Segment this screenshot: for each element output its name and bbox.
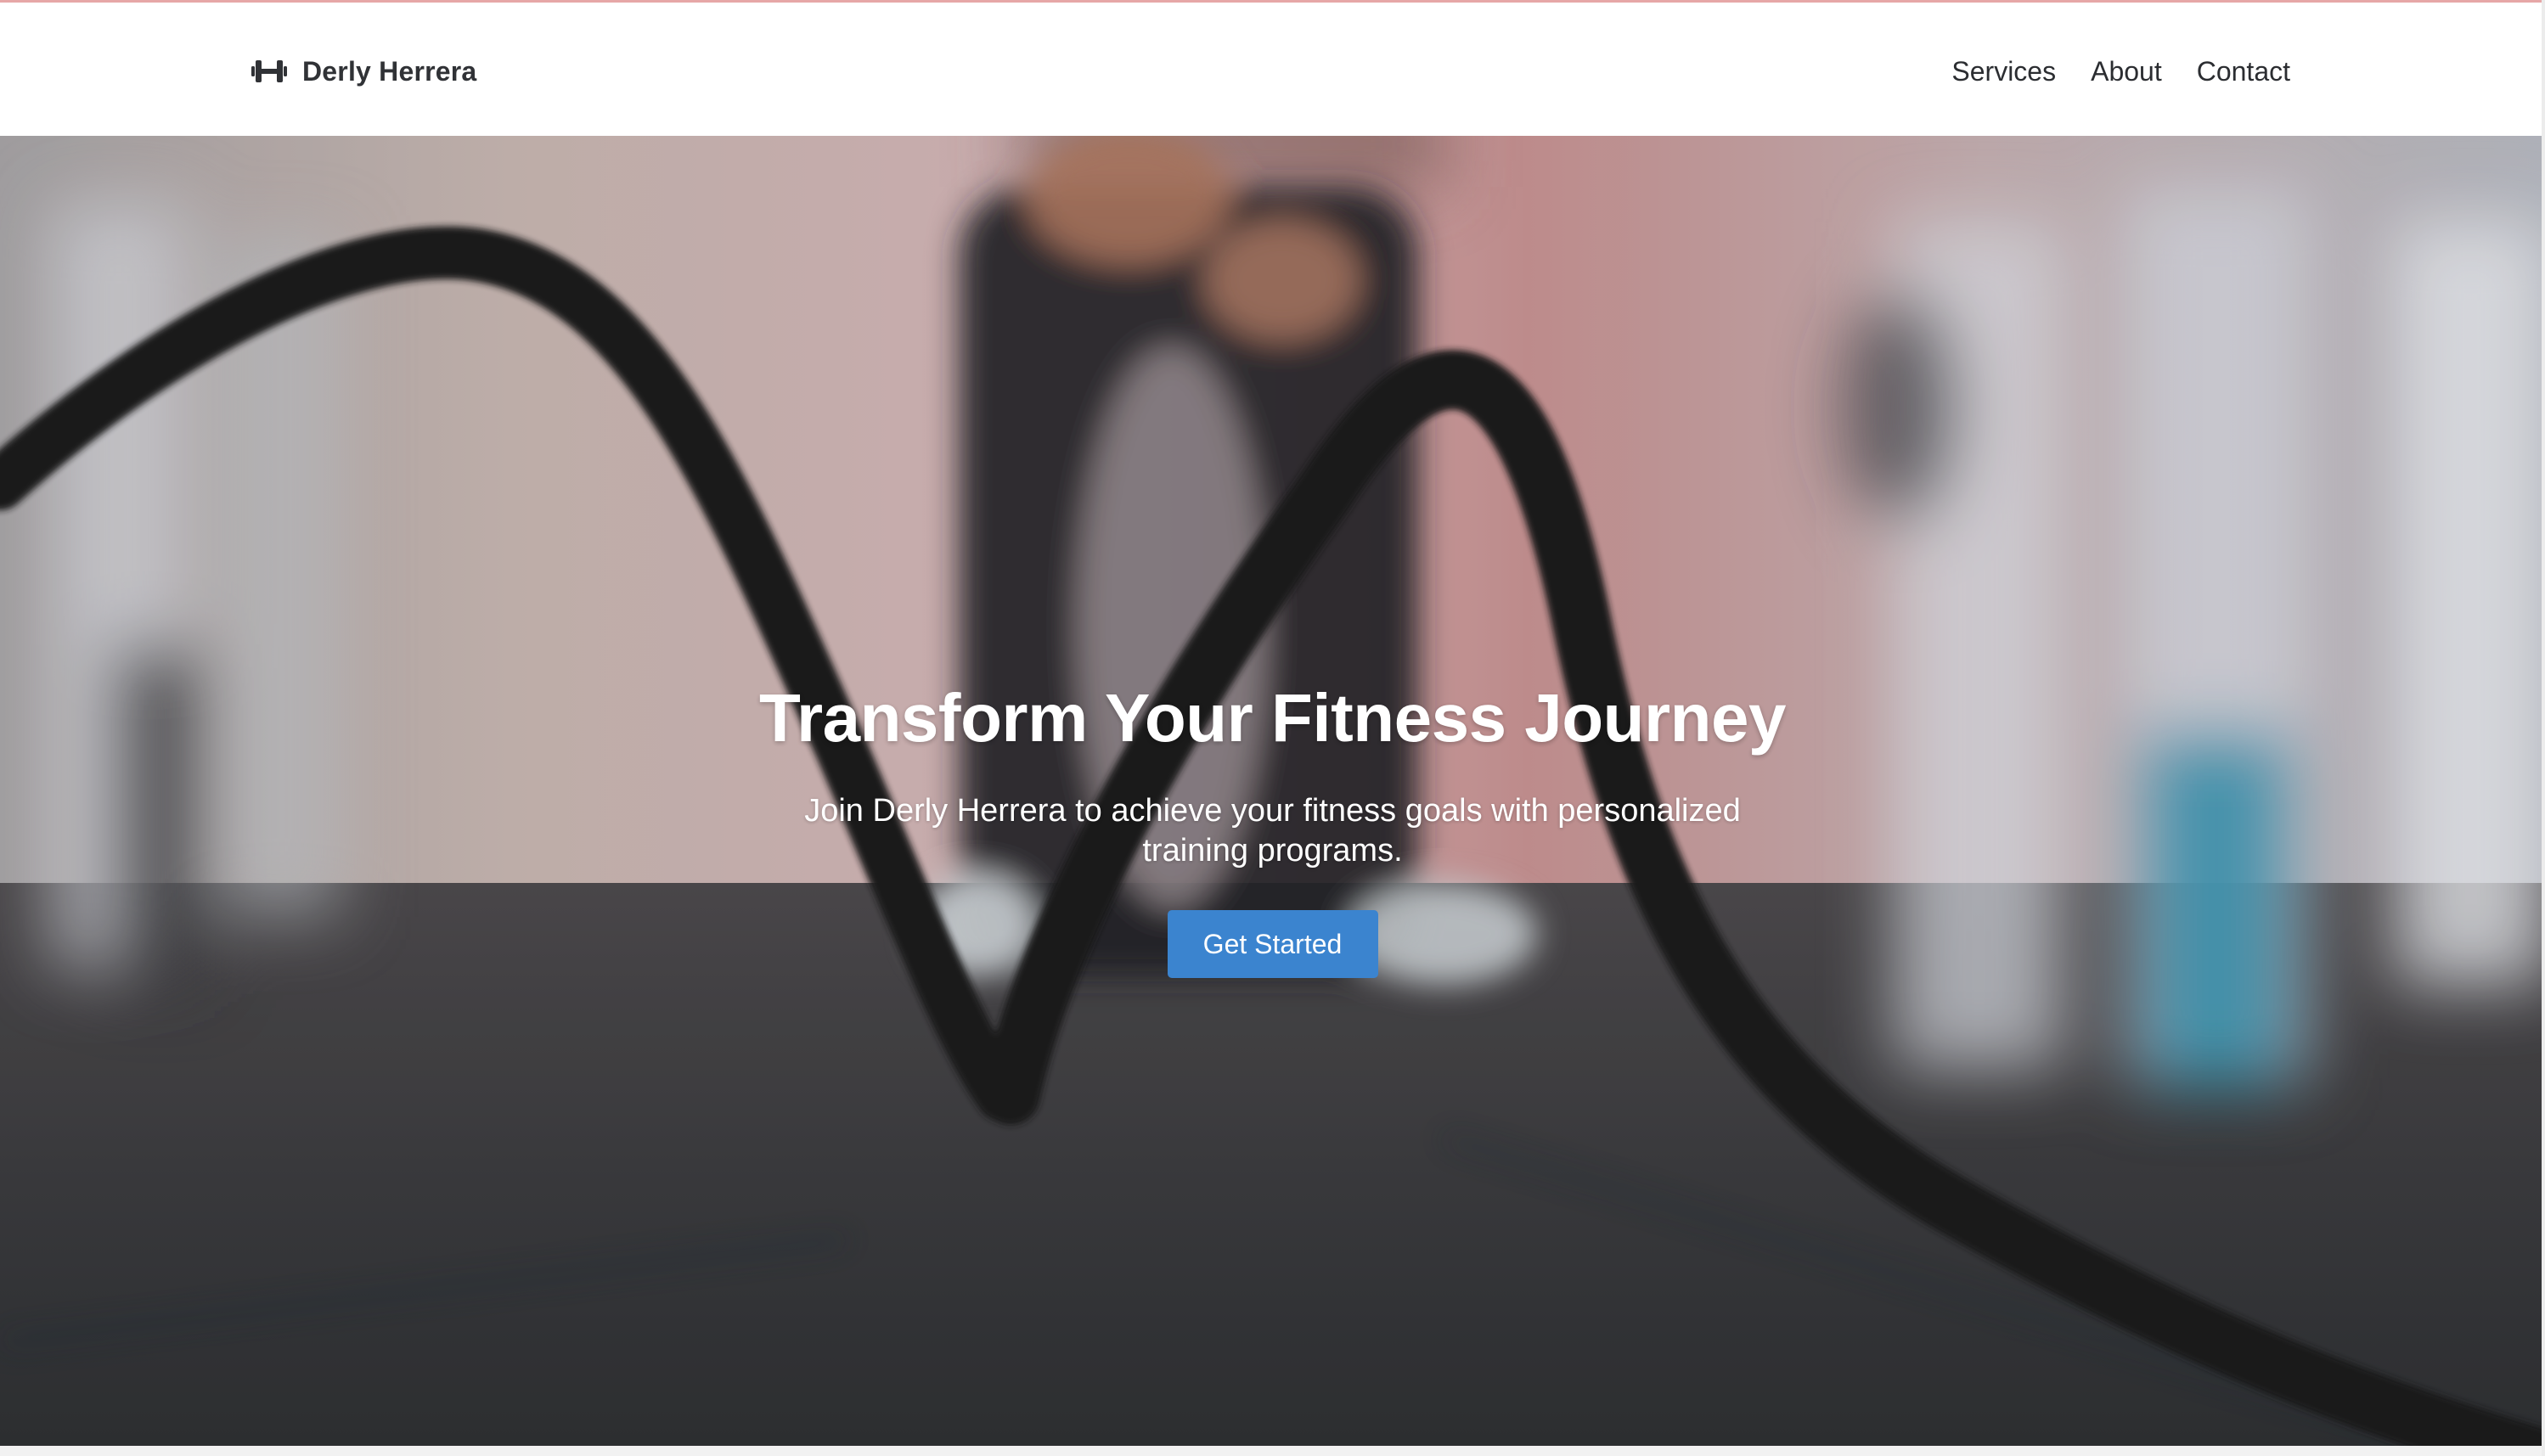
brand-name: Derly Herrera xyxy=(302,55,477,87)
page-bottom-edge xyxy=(0,1446,2545,1456)
get-started-button[interactable]: Get Started xyxy=(1167,910,1378,978)
scrollbar-track xyxy=(2542,0,2545,1456)
main-nav: Services About Contact xyxy=(1951,50,2290,93)
nav-link-contact[interactable]: Contact xyxy=(2197,56,2290,87)
hero-section: Transform Your Fitness Journey Join Derl… xyxy=(0,136,2545,1446)
nav-link-about[interactable]: About xyxy=(2091,56,2162,87)
site-header: Derly Herrera Services About Contact xyxy=(0,3,2545,136)
nav-link-services[interactable]: Services xyxy=(1951,56,2056,87)
hero-subtitle: Join Derly Herrera to achieve your fitne… xyxy=(804,793,1741,869)
hero-title: Transform Your Fitness Journey xyxy=(758,680,1787,756)
brand[interactable]: Derly Herrera xyxy=(251,50,476,93)
page: Derly Herrera Services About Contact Tra… xyxy=(0,0,2545,1456)
dumbbell-icon xyxy=(251,58,287,85)
hero-content: Transform Your Fitness Journey Join Derl… xyxy=(0,679,2545,978)
